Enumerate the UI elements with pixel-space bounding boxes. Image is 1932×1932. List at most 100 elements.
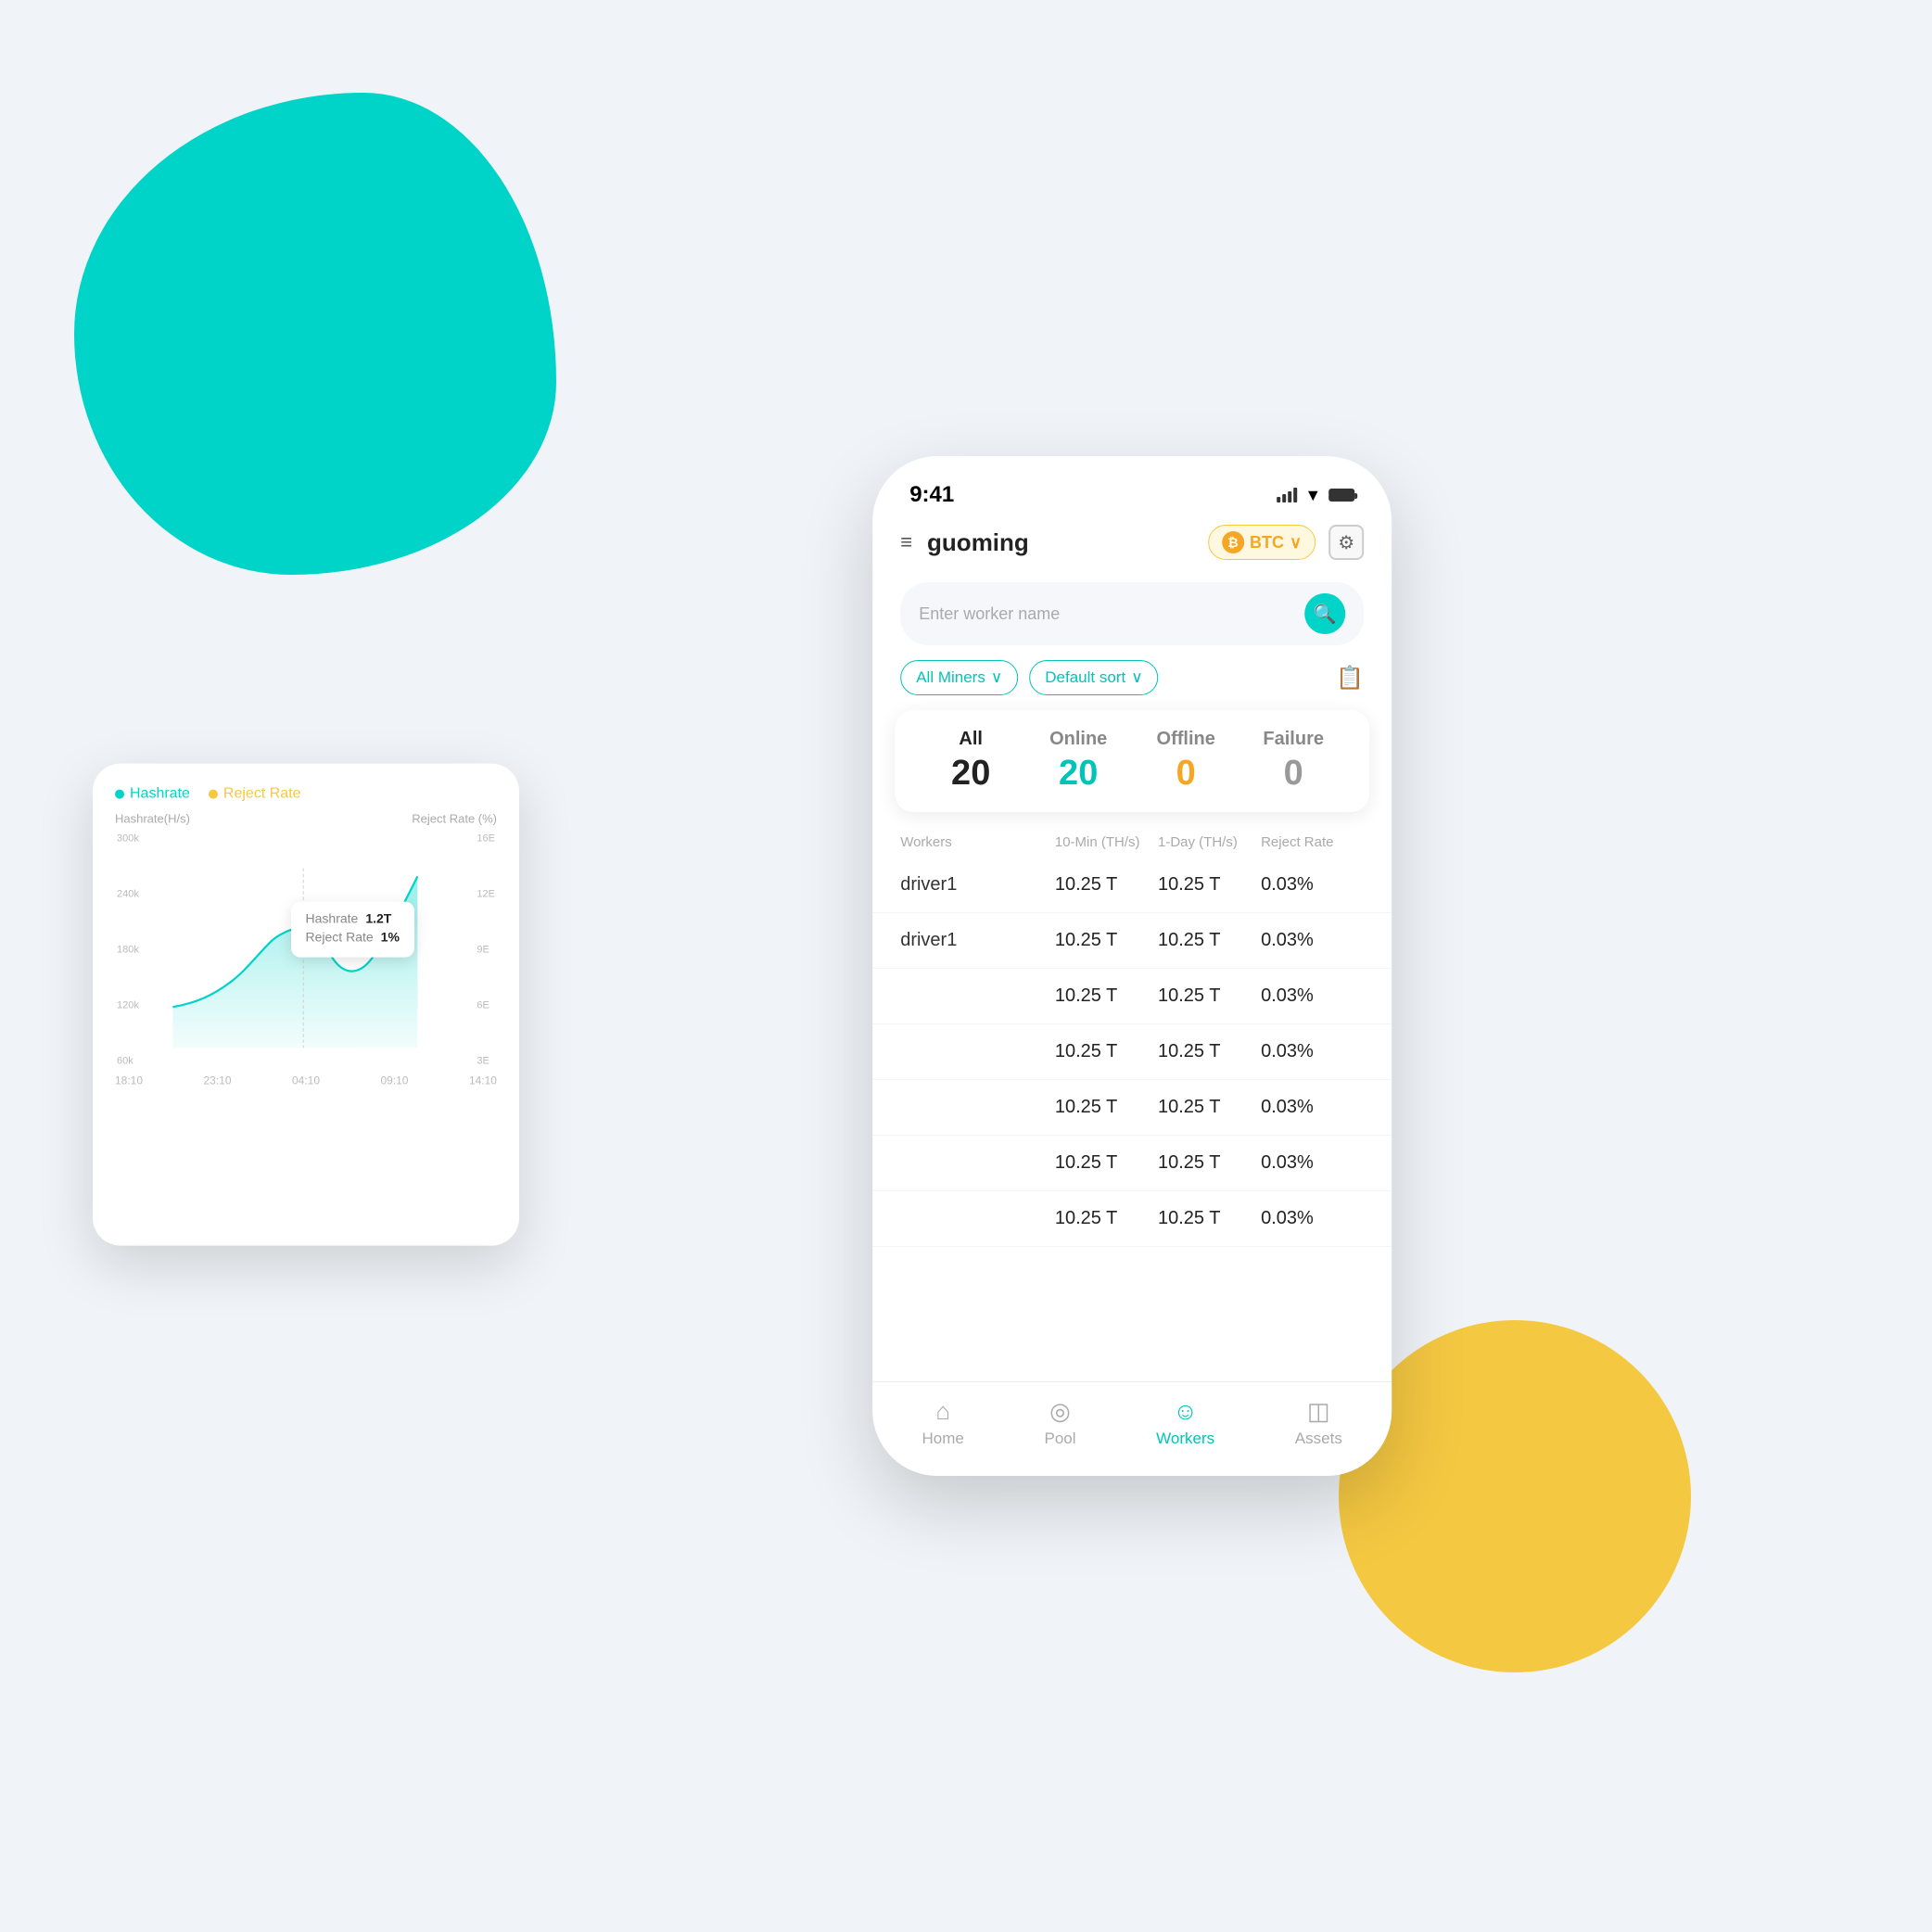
nav-workers[interactable]: ☺ Workers (1156, 1397, 1214, 1448)
username-label: guoming (927, 528, 1029, 557)
reject-label: Reject Rate (223, 786, 301, 803)
search-bar[interactable]: Enter worker name 🔍 (900, 582, 1364, 645)
table-row[interactable]: 10.25 T 10.25 T 0.03% (872, 1024, 1392, 1080)
stats-card: All 20 Online 20 Offline 0 Failure 0 (895, 710, 1369, 812)
tooltip-reject-value: 1% (381, 930, 400, 945)
stat-offline-label: Offline (1132, 729, 1239, 750)
table-row[interactable]: 10.25 T 10.25 T 0.03% (872, 1191, 1392, 1247)
worker-10min-2: 10.25 T (1055, 930, 1158, 951)
worker-10min-3: 10.25 T (1055, 985, 1158, 1007)
nav-home[interactable]: ⌂ Home (922, 1397, 964, 1448)
stat-failure-value: 0 (1239, 754, 1347, 794)
worker-10min-7: 10.25 T (1055, 1208, 1158, 1229)
table-row[interactable]: 10.25 T 10.25 T 0.03% (872, 1080, 1392, 1136)
menu-icon[interactable]: ≡ (900, 530, 912, 554)
btc-icon: ₿ (1222, 531, 1244, 553)
status-icons: ▼ (1277, 486, 1354, 505)
workers-icon: ☺ (1173, 1397, 1198, 1426)
btc-selector[interactable]: ₿ BTC ∨ (1208, 525, 1316, 560)
th-10min: 10-Min (TH/s) (1055, 834, 1158, 850)
stat-offline: Offline 0 (1132, 729, 1239, 794)
worker-10min-5: 10.25 T (1055, 1097, 1158, 1118)
legend-reject: Reject Rate (209, 786, 301, 803)
wifi-icon: ▼ (1304, 486, 1321, 505)
table-row[interactable]: 10.25 T 10.25 T 0.03% (872, 969, 1392, 1024)
stats-row: All 20 Online 20 Offline 0 Failure 0 (917, 729, 1347, 794)
sort-chevron: ∨ (1131, 668, 1142, 687)
worker-reject-7: 0.03% (1261, 1208, 1364, 1229)
worker-10min-4: 10.25 T (1055, 1041, 1158, 1062)
nav-home-label: Home (922, 1430, 964, 1448)
chart-tooltip: Hashrate 1.2T Reject Rate 1% (291, 902, 414, 958)
worker-1day-3: 10.25 T (1158, 985, 1261, 1007)
chart-area: 300k 240k 180k 120k 60k 16E 12E 9E 6E 3E (115, 830, 497, 1071)
stat-online: Online 20 (1024, 729, 1132, 794)
chart-panel: Hashrate Reject Rate Hashrate(H/s) Rejec… (93, 764, 519, 1246)
stat-all: All 20 (917, 729, 1024, 794)
home-icon: ⌂ (935, 1397, 950, 1426)
table-row[interactable]: 10.25 T 10.25 T 0.03% (872, 1136, 1392, 1191)
app-header: ≡ guoming ₿ BTC ∨ ⚙ (872, 517, 1392, 575)
sort-filter[interactable]: Default sort ∨ (1029, 660, 1158, 695)
worker-10min-6: 10.25 T (1055, 1152, 1158, 1174)
x-axis-labels: 18:10 23:10 04:10 09:10 14:10 (115, 1074, 497, 1087)
bg-blob-teal (74, 93, 556, 575)
stat-all-label: All (917, 729, 1024, 750)
stat-online-value: 20 (1024, 754, 1132, 794)
miners-filter[interactable]: All Miners ∨ (900, 660, 1018, 695)
worker-1day-6: 10.25 T (1158, 1152, 1261, 1174)
tooltip-hashrate-row: Hashrate 1.2T (306, 911, 400, 926)
worker-reject-4: 0.03% (1261, 1041, 1364, 1062)
y-left-ticks: 300k 240k 180k 120k 60k (117, 830, 139, 1071)
worker-name-2: driver1 (900, 930, 1055, 951)
signal-icon (1277, 488, 1297, 502)
pool-icon: ◎ (1049, 1397, 1071, 1426)
settings-button[interactable]: ⚙ (1328, 525, 1364, 560)
btc-label: BTC (1250, 533, 1284, 553)
main-phone: 9:41 ▼ ≡ guoming ₿ BTC (872, 456, 1392, 1476)
btc-chevron: ∨ (1290, 533, 1302, 553)
search-placeholder[interactable]: Enter worker name (919, 604, 1293, 624)
reject-dot (209, 790, 218, 799)
worker-reject-6: 0.03% (1261, 1152, 1364, 1174)
filter-row: All Miners ∨ Default sort ∨ 📋 (872, 660, 1392, 710)
nav-pool[interactable]: ◎ Pool (1045, 1397, 1076, 1448)
worker-reject-1: 0.03% (1261, 874, 1364, 896)
tooltip-hashrate-value: 1.2T (365, 911, 391, 926)
table-row[interactable]: driver1 10.25 T 10.25 T 0.03% (872, 858, 1392, 913)
nav-assets[interactable]: ◫ Assets (1295, 1397, 1342, 1448)
tooltip-reject-row: Reject Rate 1% (306, 930, 400, 945)
th-workers: Workers (900, 834, 1055, 850)
worker-reject-2: 0.03% (1261, 930, 1364, 951)
worker-1day-4: 10.25 T (1158, 1041, 1261, 1062)
th-reject: Reject Rate (1261, 834, 1364, 850)
nav-pool-label: Pool (1045, 1430, 1076, 1448)
worker-1day-2: 10.25 T (1158, 930, 1261, 951)
miners-chevron: ∨ (991, 668, 1002, 687)
worker-1day-5: 10.25 T (1158, 1097, 1261, 1118)
worker-1day-1: 10.25 T (1158, 874, 1261, 896)
status-time: 9:41 (909, 482, 954, 508)
bottom-nav: ⌂ Home ◎ Pool ☺ Workers ◫ Assets (872, 1381, 1392, 1476)
stat-all-value: 20 (917, 754, 1024, 794)
search-section: Enter worker name 🔍 (872, 575, 1392, 660)
th-1day: 1-Day (TH/s) (1158, 834, 1261, 850)
hashrate-label: Hashrate (130, 786, 190, 803)
header-left: ≡ guoming (900, 528, 1029, 557)
stat-failure: Failure 0 (1239, 729, 1347, 794)
status-bar: 9:41 ▼ (872, 456, 1392, 517)
miners-label: All Miners (916, 668, 985, 687)
legend-hashrate: Hashrate (115, 786, 190, 803)
edit-icon[interactable]: 📋 (1336, 665, 1364, 692)
battery-icon (1328, 489, 1354, 502)
table-row[interactable]: driver1 10.25 T 10.25 T 0.03% (872, 913, 1392, 969)
nav-workers-label: Workers (1156, 1430, 1214, 1448)
worker-name-1: driver1 (900, 874, 1055, 896)
y-right-label: Reject Rate (%) (412, 812, 497, 826)
assets-icon: ◫ (1307, 1397, 1330, 1426)
search-button[interactable]: 🔍 (1304, 593, 1345, 634)
stat-offline-value: 0 (1132, 754, 1239, 794)
worker-reject-3: 0.03% (1261, 985, 1364, 1007)
worker-reject-5: 0.03% (1261, 1097, 1364, 1118)
sort-label: Default sort (1045, 668, 1125, 687)
